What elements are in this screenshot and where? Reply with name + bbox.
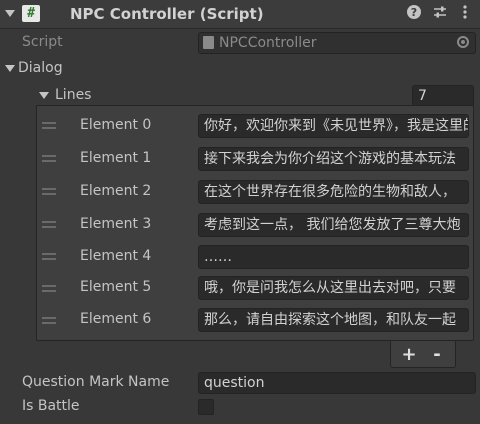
dialog-label: Dialog — [18, 60, 63, 76]
element-text-field[interactable]: 在这个世界存在很多危险的生物和敌人， — [198, 180, 469, 204]
object-picker-icon — [457, 36, 469, 48]
element-text-field[interactable]: …… — [198, 245, 469, 269]
element-label: Element 4 — [80, 248, 152, 264]
sliders-icon[interactable] — [430, 4, 450, 24]
component-foldout-arrow[interactable] — [5, 10, 15, 17]
element-text-field[interactable]: 那么，请自由探索这个地图，和队友一起 — [198, 308, 469, 332]
component-title: NPC Controller (Script) — [70, 5, 264, 23]
lines-label: Lines — [55, 87, 92, 103]
script-field-value: NPCController — [219, 35, 317, 51]
script-label: Script — [22, 34, 63, 50]
element-text-field[interactable]: 接下来我会为你介绍这个游戏的基本玩法 — [198, 147, 469, 171]
question-circle-icon[interactable]: ? — [404, 4, 424, 24]
element-text-field[interactable]: 哦，你是问我怎么从这里出去对吧，只要 — [198, 276, 469, 300]
element-label: Element 3 — [80, 216, 152, 232]
script-file-icon — [203, 36, 214, 49]
drag-handle-icon[interactable] — [42, 317, 56, 324]
element-label: Element 1 — [80, 150, 152, 166]
element-text-field[interactable]: 你好，欢迎你来到《未见世界》，我是这里的向导 — [198, 114, 469, 138]
element-label: Element 0 — [80, 117, 152, 133]
lines-size-field[interactable]: 7 — [412, 85, 474, 107]
element-label: Element 2 — [80, 183, 152, 199]
dialog-foldout-arrow[interactable] — [5, 65, 15, 72]
lines-foldout-arrow[interactable] — [39, 92, 49, 99]
question-mark-name-field[interactable]: question — [198, 372, 476, 394]
question-mark-name-label: Question Mark Name — [22, 374, 170, 390]
drag-handle-icon[interactable] — [42, 253, 56, 260]
is-battle-checkbox[interactable] — [198, 399, 214, 415]
element-label: Element 6 — [80, 311, 152, 327]
svg-text:?: ? — [411, 6, 417, 19]
drag-handle-icon[interactable] — [42, 122, 56, 129]
add-element-button[interactable]: + — [396, 344, 422, 366]
script-object-field: NPCController — [198, 32, 476, 54]
remove-element-button[interactable]: - — [424, 344, 450, 366]
kebab-menu-icon[interactable] — [455, 4, 475, 24]
element-label: Element 5 — [80, 279, 152, 295]
drag-handle-icon[interactable] — [42, 188, 56, 195]
drag-handle-icon[interactable] — [42, 285, 56, 292]
drag-handle-icon[interactable] — [42, 221, 56, 228]
script-icon: # — [22, 5, 40, 22]
element-text-field[interactable]: 考虑到这一点， 我们给您发放了三尊大炮 — [198, 213, 469, 237]
is-battle-label: Is Battle — [22, 398, 80, 414]
drag-handle-icon[interactable] — [42, 155, 56, 162]
